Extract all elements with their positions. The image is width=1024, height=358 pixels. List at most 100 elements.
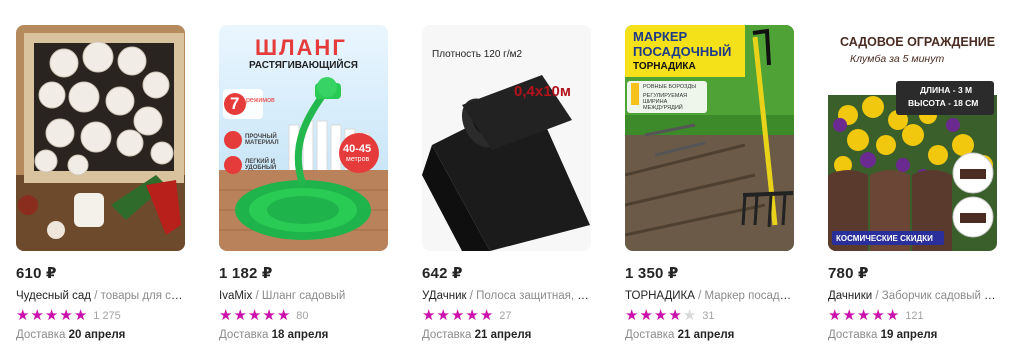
- star-icon: ★: [247, 307, 262, 324]
- product-rating: ★ ★ ★ ★ ★ 80: [219, 307, 404, 324]
- star-icon: ★: [30, 307, 44, 324]
- product-image[interactable]: САДОВОЕ ОГРАЖДЕНИЕ Клумба за 5 минут ДЛИ…: [828, 25, 997, 251]
- delivery-date: 20 апреля: [68, 329, 126, 341]
- star-icon: ★: [73, 307, 88, 324]
- star-icon: ★: [276, 307, 291, 324]
- hose-modes-number: 7: [230, 94, 240, 113]
- star-icon: ★: [479, 307, 494, 324]
- star-rating: ★ ★ ★ ★ ★: [828, 307, 900, 324]
- delivery-info: Доставка 21 апреля: [422, 329, 607, 341]
- product-brand: IvaMix: [219, 290, 253, 302]
- star-icon: ★: [262, 307, 276, 324]
- star-rating: ★ ★ ★ ★ ★: [219, 307, 291, 324]
- delivery-date: 19 апреля: [880, 329, 938, 341]
- delivery-label: Доставка: [625, 329, 675, 341]
- star-icon: ★: [233, 307, 247, 324]
- delivery-date: 18 апреля: [271, 329, 329, 341]
- product-card[interactable]: 610 ₽ Чудесный сад / товары для сада и..…: [16, 25, 201, 341]
- product-price: 1 350 ₽: [625, 265, 679, 282]
- star-icon: ★: [625, 307, 639, 324]
- marker-brand: ТОРНАДИКА: [633, 61, 696, 72]
- product-title[interactable]: Чудесный сад / товары для сада и...: [16, 290, 188, 302]
- hose-length-unit: метров: [346, 156, 370, 163]
- fabric-size: 0,4х10м: [514, 83, 571, 100]
- review-count: 31: [702, 310, 715, 322]
- fabric-density: Плотность 120 г/м2: [432, 49, 523, 60]
- star-icon: ★: [682, 307, 697, 324]
- discount-badge: КОСМИЧЕСКИЕ СКИДКИ: [836, 234, 933, 243]
- product-card[interactable]: МАРКЕР ПОСАДОЧНЫЙ ТОРНАДИКА РОВНЫЕ БОРОЗ…: [625, 25, 810, 341]
- product-image[interactable]: МАРКЕР ПОСАДОЧНЫЙ ТОРНАДИКА РОВНЫЕ БОРОЗ…: [625, 25, 794, 251]
- fence-length: ДЛИНА - 3 М: [920, 85, 973, 95]
- marker-feature-2: РЕГУЛИРУЕМАЯ ШИРИНА МЕЖДУРЯДИЙ: [643, 93, 688, 111]
- product-title[interactable]: УДачник / Полоса защитная, сад...: [422, 290, 594, 302]
- star-icon: ★: [885, 307, 900, 324]
- product-brand: УДачник: [422, 290, 467, 302]
- hose-feature-2: ЛЕГКИЙ И УДОБНЫЙ: [245, 159, 277, 171]
- star-icon: ★: [16, 307, 30, 324]
- star-icon: ★: [422, 307, 436, 324]
- mushroom-box-image: [16, 25, 185, 251]
- delivery-date: 21 апреля: [474, 329, 532, 341]
- delivery-label: Доставка: [422, 329, 472, 341]
- hose-feature-1: ПРОЧНЫЙ МАТЕРИАЛ: [245, 134, 279, 146]
- star-rating: ★ ★ ★ ★ ★: [625, 307, 697, 324]
- product-name: Полоса защитная, сад...: [476, 290, 594, 302]
- star-icon: ★: [59, 307, 73, 324]
- product-card[interactable]: Плотность 120 г/м2 0,4х10м 642 ₽ УДачник…: [422, 25, 607, 341]
- fence-subtitle: Клумба за 5 минут: [850, 53, 945, 65]
- product-title[interactable]: ТОРНАДИКА / Маркер посадочн...: [625, 290, 797, 302]
- delivery-info: Доставка 21 апреля: [625, 329, 810, 341]
- hose-subtitle: РАСТЯГИВАЮЩИЙСЯ: [249, 60, 358, 71]
- star-icon: ★: [639, 307, 653, 324]
- delivery-info: Доставка 20 апреля: [16, 329, 201, 341]
- star-rating: ★ ★ ★ ★ ★: [422, 307, 494, 324]
- hose-length: 40-45: [343, 143, 372, 155]
- star-icon: ★: [44, 307, 59, 324]
- marker-feature-1: РОВНЫЕ БОРОЗДЫ: [643, 84, 697, 90]
- product-card[interactable]: ШЛАНГ РАСТЯГИВАЮЩИЙСЯ 7 режимов ПРОЧНЫЙ …: [219, 25, 404, 341]
- marker-title-2: ПОСАДОЧНЫЙ: [633, 44, 732, 59]
- star-icon: ★: [465, 307, 479, 324]
- review-count: 121: [905, 310, 924, 322]
- delivery-date: 21 апреля: [677, 329, 735, 341]
- product-rating: ★ ★ ★ ★ ★ 1 275: [16, 307, 201, 324]
- star-icon: ★: [842, 307, 856, 324]
- product-grid: 610 ₽ Чудесный сад / товары для сада и..…: [16, 25, 1013, 341]
- delivery-label: Доставка: [219, 329, 269, 341]
- product-price: 610 ₽: [16, 265, 57, 282]
- product-title[interactable]: Дачники / Заборчик садовый пл...: [828, 290, 1000, 302]
- star-icon: ★: [871, 307, 885, 324]
- delivery-info: Доставка 19 апреля: [828, 329, 1013, 341]
- product-name: Заборчик садовый пл...: [881, 290, 1000, 302]
- product-name: товары для сада и...: [100, 290, 188, 302]
- fence-title: САДОВОЕ ОГРАЖДЕНИЕ: [840, 35, 996, 49]
- star-rating: ★ ★ ★ ★ ★: [16, 307, 88, 324]
- hose-title: ШЛАНГ: [255, 35, 347, 60]
- product-brand: ТОРНАДИКА: [625, 290, 695, 302]
- product-name: Маркер посадочн...: [704, 290, 798, 302]
- product-price: 1 182 ₽: [219, 265, 273, 282]
- product-image[interactable]: Плотность 120 г/м2 0,4х10м: [422, 25, 591, 251]
- fence-height: ВЫСОТА - 18 СМ: [908, 98, 979, 108]
- delivery-label: Доставка: [828, 329, 878, 341]
- product-card[interactable]: САДОВОЕ ОГРАЖДЕНИЕ Клумба за 5 минут ДЛИ…: [828, 25, 1013, 341]
- product-price: 780 ₽: [828, 265, 869, 282]
- review-count: 27: [499, 310, 512, 322]
- star-icon: ★: [828, 307, 842, 324]
- product-title[interactable]: IvaMix / Шланг садовый: [219, 290, 391, 302]
- delivery-label: Доставка: [16, 329, 66, 341]
- star-icon: ★: [653, 307, 668, 324]
- product-price: 642 ₽: [422, 265, 463, 282]
- product-name: Шланг садовый: [261, 290, 346, 302]
- product-brand: Дачники: [828, 290, 873, 302]
- product-image[interactable]: [16, 25, 185, 251]
- star-icon: ★: [436, 307, 450, 324]
- star-icon: ★: [856, 307, 871, 324]
- delivery-info: Доставка 18 апреля: [219, 329, 404, 341]
- star-icon: ★: [668, 307, 682, 324]
- review-count: 1 275: [93, 310, 121, 322]
- marker-title-1: МАРКЕР: [633, 29, 688, 44]
- product-brand: Чудесный сад: [16, 290, 91, 302]
- product-image[interactable]: ШЛАНГ РАСТЯГИВАЮЩИЙСЯ 7 режимов ПРОЧНЫЙ …: [219, 25, 388, 251]
